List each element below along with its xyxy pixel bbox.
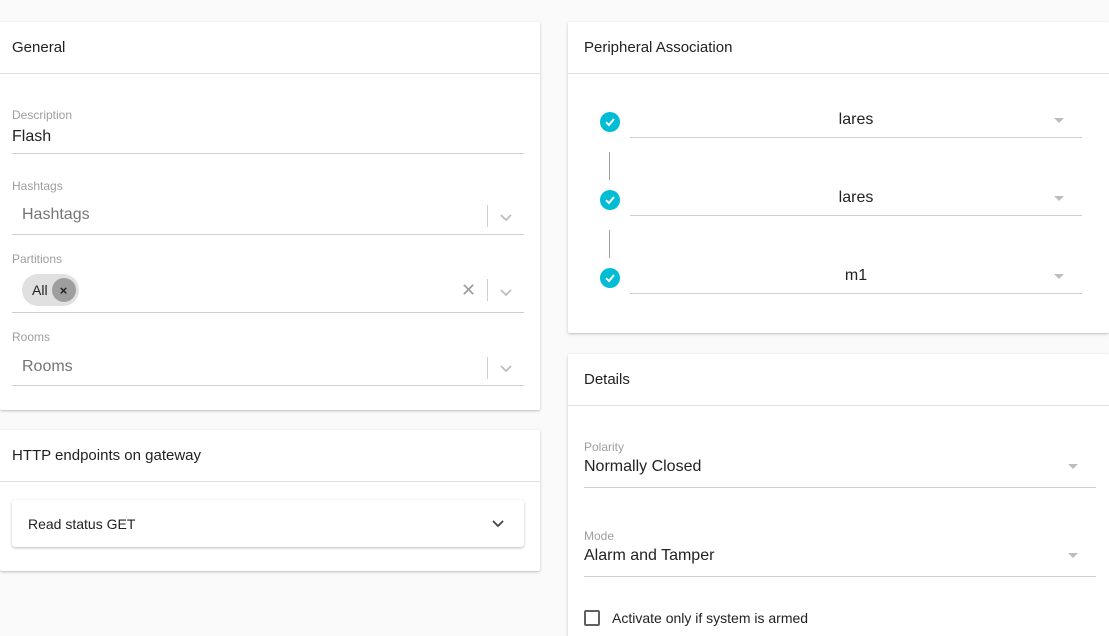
connector-line: [609, 230, 610, 258]
check-circle-icon: [600, 112, 620, 132]
check-circle-icon: [600, 190, 620, 210]
partition-chip-label: All: [32, 282, 48, 298]
chevron-down-icon[interactable]: [498, 360, 514, 376]
rooms-separator: [487, 357, 488, 379]
description-field[interactable]: Description Flash: [12, 108, 524, 154]
polarity-label: Polarity: [584, 440, 625, 454]
polarity-value: Normally Closed: [584, 458, 702, 475]
partitions-underline: [12, 312, 524, 313]
partitions-label: Partitions: [12, 252, 63, 266]
mode-value: Alarm and Tamper: [584, 547, 715, 564]
partition-chip[interactable]: All ×: [22, 274, 79, 306]
chevron-down-icon[interactable]: [498, 284, 514, 300]
hashtags-separator: [487, 205, 488, 227]
endpoint-expansion-panel[interactable]: Read status GET: [12, 500, 524, 547]
http-endpoints-card: HTTP endpoints on gateway Read status GE…: [0, 430, 540, 571]
mode-select[interactable]: Mode Alarm and Tamper: [584, 529, 1096, 577]
chevron-down-icon[interactable]: [498, 209, 514, 225]
connector-line: [609, 152, 610, 180]
dropdown-arrow-icon[interactable]: [1068, 464, 1078, 469]
http-endpoints-title: HTTP endpoints on gateway: [0, 430, 540, 482]
general-card: General Description Flash Hashtags Hasht…: [0, 22, 540, 410]
hashtags-select[interactable]: Hashtags Hashtags: [12, 179, 524, 235]
close-icon[interactable]: ×: [51, 278, 76, 302]
armed-checkbox-row[interactable]: Activate only if system is armed: [584, 610, 808, 626]
endpoint-label: Read status GET: [28, 515, 136, 532]
details-card: Details Polarity Normally Closed Mode Al…: [568, 354, 1109, 636]
polarity-select[interactable]: Polarity Normally Closed: [584, 440, 1096, 488]
details-title: Details: [568, 354, 1109, 406]
check-circle-icon: [600, 268, 620, 288]
description-underline: [12, 153, 524, 154]
description-label: Description: [12, 108, 73, 122]
rooms-label: Rooms: [12, 330, 51, 344]
close-icon[interactable]: ✕: [461, 280, 476, 301]
partitions-separator: [487, 279, 488, 301]
rooms-underline: [12, 385, 524, 386]
dropdown-arrow-icon[interactable]: [1068, 553, 1078, 558]
peripheral-select-1-value: lares: [838, 111, 874, 128]
mode-label: Mode: [584, 529, 615, 543]
partitions-select[interactable]: Partitions All × ✕: [12, 252, 524, 313]
armed-checkbox[interactable]: [584, 610, 600, 626]
rooms-select[interactable]: Rooms Rooms: [12, 330, 524, 386]
armed-checkbox-label: Activate only if system is armed: [612, 610, 809, 626]
rooms-placeholder: Rooms: [22, 358, 73, 375]
hashtags-underline: [12, 234, 524, 235]
peripheral-association-card: Peripheral Association lares lares m1: [568, 22, 1109, 333]
general-card-title: General: [0, 22, 540, 74]
peripheral-select-3[interactable]: m1: [630, 258, 1082, 294]
hashtags-label: Hashtags: [12, 179, 63, 193]
hashtags-placeholder: Hashtags: [22, 206, 90, 223]
dropdown-arrow-icon[interactable]: [1054, 118, 1064, 123]
chevron-down-icon[interactable]: [490, 515, 506, 531]
dropdown-arrow-icon[interactable]: [1054, 196, 1064, 201]
peripheral-select-2[interactable]: lares: [630, 180, 1082, 216]
peripheral-select-1[interactable]: lares: [630, 102, 1082, 138]
peripheral-select-2-value: lares: [838, 189, 874, 206]
description-value[interactable]: Flash: [12, 128, 524, 146]
dropdown-arrow-icon[interactable]: [1054, 274, 1064, 279]
peripheral-select-3-value: m1: [844, 267, 868, 284]
peripheral-association-title: Peripheral Association: [568, 22, 1109, 74]
